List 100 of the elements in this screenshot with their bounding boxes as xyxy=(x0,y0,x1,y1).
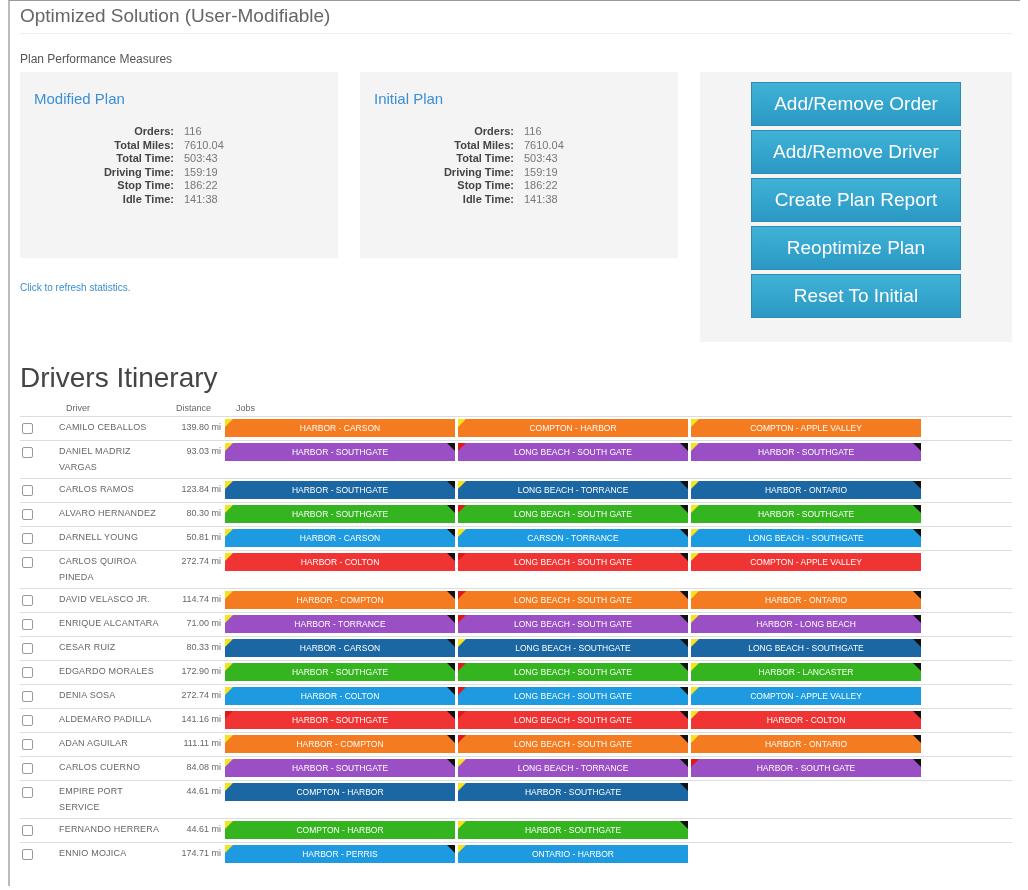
checkbox[interactable] xyxy=(22,485,33,496)
distance-cell-text: 141.16 mi xyxy=(180,713,222,726)
driver-name: CESAR RUIZ xyxy=(59,641,117,654)
job-bar[interactable]: ONTARIO - HARBOR xyxy=(458,845,688,863)
checkbox[interactable] xyxy=(22,787,33,798)
job-bar[interactable]: LONG BEACH - SOUTH GATE xyxy=(458,591,688,609)
checkbox[interactable] xyxy=(22,667,33,678)
distance-cell-text: 71.00 mi xyxy=(185,617,222,630)
job-bar[interactable]: LONG BEACH - SOUTH GATE xyxy=(458,735,688,753)
driver-name: FERNANDO HERRERA xyxy=(59,823,161,836)
driver-name: DAVID VELASCO JR. xyxy=(59,593,152,606)
job-bar[interactable]: HARBOR - SOUTHGATE xyxy=(458,783,688,801)
job-bar[interactable]: HARBOR - ONTARIO xyxy=(691,481,921,499)
job-bar[interactable]: HARBOR - TORRANCE xyxy=(225,615,455,633)
job-bar[interactable]: HARBOR - COMPTON xyxy=(225,735,455,753)
checkbox[interactable] xyxy=(22,509,33,520)
job-bar[interactable]: HARBOR - LANCASTER xyxy=(691,663,921,681)
job-bar[interactable]: LONG BEACH - SOUTH GATE xyxy=(458,553,688,571)
job-bar[interactable]: LONG BEACH - SOUTH GATE xyxy=(458,615,688,633)
job-bar[interactable]: HARBOR - SOUTHGATE xyxy=(691,443,921,461)
refresh-link[interactable]: Click to refresh statistics. xyxy=(20,282,131,293)
action-button[interactable]: Create Plan Report xyxy=(751,178,961,222)
checkbox[interactable] xyxy=(22,739,33,750)
job-bar[interactable]: CARSON - TORRANCE xyxy=(458,529,688,547)
job-bar[interactable]: HARBOR - SOUTHGATE xyxy=(691,505,921,523)
driver-name: ENRIQUE ALCANTARA xyxy=(59,617,160,630)
job-bar[interactable]: HARBOR - SOUTHGATE xyxy=(225,663,455,681)
job-bar[interactable]: COMPTON - APPLE VALLEY xyxy=(691,687,921,705)
job-bar[interactable]: HARBOR - SOUTHGATE xyxy=(225,505,455,523)
distance-cell-text: 114.74 mi xyxy=(181,593,222,606)
job-bar[interactable]: HARBOR - CARSON xyxy=(225,419,455,437)
distance-cell-text: 123.84 mi xyxy=(180,483,222,496)
distance-cell-text: 111.11 mi xyxy=(182,737,222,750)
stat-label: Driving Time: xyxy=(102,165,174,179)
job-bar[interactable]: LONG BEACH - SOUTH GATE xyxy=(458,505,688,523)
checkbox[interactable] xyxy=(22,595,33,606)
driver-name: CARLOS RAMOS xyxy=(59,483,135,496)
checkbox[interactable] xyxy=(22,691,33,702)
job-bar[interactable]: HARBOR - COLTON xyxy=(225,687,455,705)
column-header: Distance xyxy=(176,403,212,413)
stat-label: Orders: xyxy=(473,125,514,139)
job-bar[interactable]: HARBOR - SOUTHGATE xyxy=(225,443,455,461)
job-bar[interactable]: LONG BEACH - SOUTH GATE xyxy=(458,443,688,461)
distance-cell-text: 172.90 mi xyxy=(180,665,222,678)
checkbox[interactable] xyxy=(22,763,33,774)
checkbox[interactable] xyxy=(22,423,33,434)
job-bar[interactable]: COMPTON - HARBOR xyxy=(458,419,688,437)
job-bar[interactable]: COMPTON - APPLE VALLEY xyxy=(691,419,921,437)
checkbox[interactable] xyxy=(22,557,33,568)
stat-value: 186:22 xyxy=(184,179,219,193)
page-title: Optimized Solution (User-Modifiable) xyxy=(20,5,1012,34)
job-bar[interactable]: HARBOR - COLTON xyxy=(691,711,921,729)
checkbox[interactable] xyxy=(22,849,33,860)
job-bar[interactable]: COMPTON - HARBOR xyxy=(225,821,455,839)
job-bar[interactable]: HARBOR - CARSON xyxy=(225,639,455,657)
stat-value: 159:19 xyxy=(184,165,219,179)
action-button[interactable]: Reoptimize Plan xyxy=(751,226,961,270)
job-bar[interactable]: HARBOR - CARSON xyxy=(225,529,455,547)
job-bar[interactable]: HARBOR - ONTARIO xyxy=(691,591,921,609)
stat-label: Stop Time: xyxy=(456,179,514,193)
driver-name: ENNIO MOJICA xyxy=(59,847,128,860)
distance-cell-text: 272.74 mi xyxy=(180,689,222,702)
job-bar[interactable]: LONG BEACH - TORRANCE xyxy=(458,759,688,777)
stat-value: 7610.04 xyxy=(524,138,565,152)
job-bar[interactable]: LONG BEACH - SOUTH GATE xyxy=(458,711,688,729)
action-button[interactable]: Reset To Initial xyxy=(751,274,961,318)
checkbox[interactable] xyxy=(22,825,33,836)
job-bar[interactable]: LONG BEACH - SOUTH GATE xyxy=(458,687,688,705)
job-bar[interactable]: HARBOR - COLTON xyxy=(225,553,455,571)
checkbox[interactable] xyxy=(22,619,33,630)
action-button[interactable]: Add/Remove Driver xyxy=(751,130,961,174)
job-bar[interactable]: HARBOR - SOUTHGATE xyxy=(225,481,455,499)
checkbox[interactable] xyxy=(22,643,33,654)
plan-title: Modified Plan xyxy=(34,90,126,107)
job-bar[interactable]: HARBOR - SOUTHGATE xyxy=(225,759,455,777)
checkbox[interactable] xyxy=(22,715,33,726)
job-bar[interactable]: HARBOR - SOUTH GATE xyxy=(691,759,921,777)
job-bar[interactable]: COMPTON - HARBOR xyxy=(225,783,455,801)
job-bar[interactable]: HARBOR - LONG BEACH xyxy=(691,615,921,633)
plan-title: Initial Plan xyxy=(374,90,445,107)
checkbox[interactable] xyxy=(22,447,33,458)
job-bar[interactable]: HARBOR - ONTARIO xyxy=(691,735,921,753)
job-bar[interactable]: HARBOR - SOUTHGATE xyxy=(225,711,455,729)
job-bar[interactable]: LONG BEACH - SOUTHGATE xyxy=(458,639,688,657)
job-bar[interactable]: LONG BEACH - SOUTHGATE xyxy=(691,529,921,547)
job-bar[interactable]: HARBOR - PERRIS xyxy=(225,845,455,863)
job-bar[interactable]: LONG BEACH - TORRANCE xyxy=(458,481,688,499)
job-bar[interactable]: LONG BEACH - SOUTH GATE xyxy=(458,663,688,681)
checkbox[interactable] xyxy=(22,533,33,544)
distance-cell-text: 50.81 mi xyxy=(185,531,222,544)
job-bar[interactable]: COMPTON - APPLE VALLEY xyxy=(691,553,921,571)
action-button[interactable]: Add/Remove Order xyxy=(751,82,961,126)
distance-cell-text: 80.33 mi xyxy=(185,641,222,654)
job-bar[interactable]: LONG BEACH - SOUTHGATE xyxy=(691,639,921,657)
driver-name: CARLOS CUERNO xyxy=(59,761,142,774)
driver-name: ALDEMARO PADILLA xyxy=(59,713,153,726)
distance-cell-text: 272.74 mi xyxy=(180,555,222,568)
job-bar[interactable]: HARBOR - COMPTON xyxy=(225,591,455,609)
column-header: Jobs xyxy=(236,403,255,413)
job-bar[interactable]: HARBOR - SOUTHGATE xyxy=(458,821,688,839)
